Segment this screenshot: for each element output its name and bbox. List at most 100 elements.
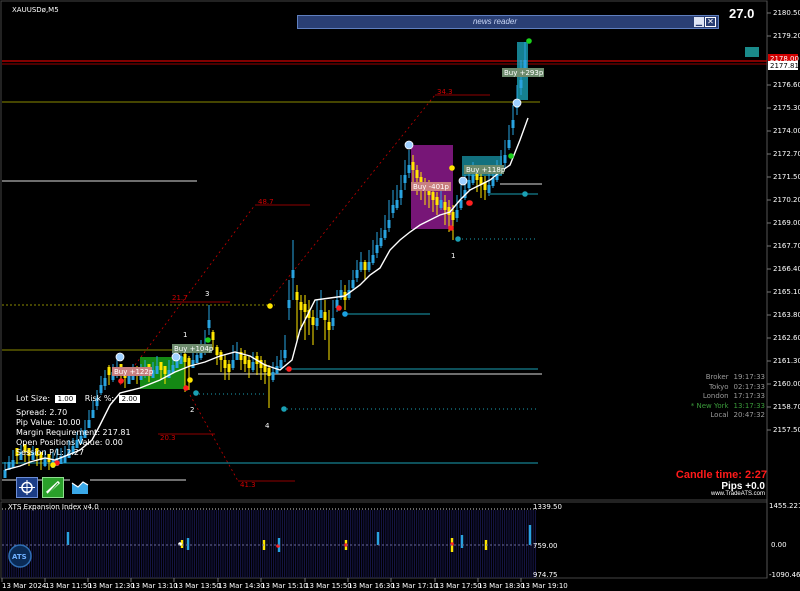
session-row: Tokyo 02:17:33	[668, 383, 765, 393]
trade-tag-4[interactable]: Buy +118p	[464, 165, 506, 174]
wave-label-1b: 1	[451, 252, 455, 260]
brand-label: www.TradeATS.com	[710, 491, 765, 497]
link-icon	[45, 480, 61, 495]
time-tick: 13 Mar 2024	[2, 582, 47, 590]
current-price-box: 2178.00 2177.81	[768, 54, 799, 70]
session-time: 17:17:33	[733, 392, 765, 401]
session-name: * New York	[690, 401, 729, 410]
area-chart-icon	[71, 481, 89, 494]
close-button[interactable]: ✕	[705, 17, 716, 27]
wave-label-2: 2	[190, 406, 194, 414]
session-name: Tokyo	[708, 382, 729, 391]
news-reader-label: news reader	[472, 17, 518, 26]
session-name: Local	[710, 411, 729, 420]
svg-text:Buy +104p: Buy +104p	[174, 345, 214, 353]
session-row: London 17:17:33	[668, 392, 765, 402]
margin-text: Margin Requirement: 217.81	[16, 428, 131, 437]
ats-logo: ATS	[8, 544, 32, 568]
price-tick: 2160.00	[773, 380, 800, 388]
chart-type-button[interactable]	[70, 477, 90, 496]
indicator-mid: 759.00	[533, 542, 558, 550]
time-tick: 13 Mar 19:10	[521, 582, 568, 590]
indicator-lower: 974.75	[533, 571, 558, 579]
session-time: 19:17:33	[733, 373, 765, 381]
fib-label-d: 20.3	[160, 434, 176, 442]
price-tick: 2166.40	[773, 265, 800, 273]
fib-label-e: 41.3	[240, 481, 256, 489]
svg-text:Buy -401p: Buy -401p	[413, 183, 449, 191]
price-tick: 2162.60	[773, 334, 800, 342]
crosshair-button[interactable]	[16, 477, 38, 498]
price-tick: 2180.50	[773, 9, 800, 17]
price-tick: 2157.50	[773, 426, 800, 434]
session-row: * New York 13:17:33	[668, 402, 765, 412]
info-panel: Lot Size: 1.00 Risk %: 2.00 Spread: 2.70…	[16, 394, 141, 458]
price-tick: 2170.20	[773, 196, 800, 204]
fib-label-a: 48.7	[258, 198, 274, 206]
candle-time-label: Candle time:	[675, 469, 742, 481]
trade-tag-5[interactable]: Buy +293p	[502, 68, 544, 77]
fib-label-c: 21.7	[172, 294, 188, 302]
fib-label-b: 34.3	[437, 88, 453, 96]
news-reader-bar[interactable]: news reader ▁ ✕	[297, 15, 719, 29]
time-tick: 13 Mar 12:30	[88, 582, 135, 590]
lot-size-input[interactable]: 1.00	[54, 395, 77, 403]
price-tick: 2161.30	[773, 357, 800, 365]
price-tick: 2158.70	[773, 403, 800, 411]
indicator-axis-bottom: -1090.462	[769, 571, 800, 579]
trade-tag-1[interactable]: Buy +122p	[112, 367, 154, 376]
trade-tag-2[interactable]: Buy +104p	[172, 344, 214, 353]
svg-text:Buy +118p: Buy +118p	[466, 166, 506, 174]
time-tick: 13 Mar 13:10	[131, 582, 178, 590]
crosshair-icon	[19, 480, 35, 495]
price-tick: 2174.00	[773, 127, 800, 135]
svg-text:2177.81: 2177.81	[770, 62, 799, 70]
svg-text:ATS: ATS	[12, 553, 27, 561]
wave-label-3: 3	[205, 290, 209, 298]
chart-canvas[interactable]: 1 2 3 4 1 48.7 34.3 21.7 20.3 41.3 Buy +…	[0, 0, 800, 591]
time-tick: 13 Mar 17:10	[391, 582, 438, 590]
session-name: Broker	[705, 373, 729, 381]
indicator-axis-top: 1455.2215	[769, 502, 800, 510]
candle-time-value: 2:27	[744, 469, 767, 481]
time-tick: 13 Mar 11:50	[45, 582, 92, 590]
trade-tag-3[interactable]: Buy -401p	[411, 182, 451, 191]
session-row: Broker 19:17:33	[668, 373, 765, 383]
price-tick: 2165.10	[773, 288, 800, 296]
session-pl-text: Session P/L: 2.27	[16, 448, 85, 457]
minimize-button[interactable]: ▁	[694, 17, 704, 27]
candle-time: Candle time: 2:27	[672, 469, 767, 481]
time-tick: 13 Mar 16:30	[348, 582, 395, 590]
link-button[interactable]	[42, 477, 64, 498]
price-tick: 2176.60	[773, 81, 800, 89]
lot-row: Lot Size: 1.00 Risk %: 2.00	[16, 394, 141, 404]
sessions-clock: Broker 19:17:33 Tokyo 02:17:33 London 17:17:3…	[668, 373, 765, 421]
svg-text:Buy +293p: Buy +293p	[504, 69, 544, 77]
time-tick: 13 Mar 15:50	[305, 582, 352, 590]
open-positions-text: Open Positions Value: 0.00	[16, 438, 123, 447]
session-time: 13:17:33	[733, 401, 765, 410]
time-tick: 13 Mar 13:50	[174, 582, 221, 590]
pip-value-text: Pip Value: 10.00	[16, 418, 81, 427]
session-time: 02:17:33	[733, 382, 765, 391]
price-tick: 2163.80	[773, 311, 800, 319]
price-tick: 2167.70	[773, 242, 800, 250]
symbol-label: XAUUSDø,M5	[12, 6, 59, 14]
indicator-title: XTS Expansion Index v4.0	[8, 503, 99, 511]
wave-label-1: 1	[183, 331, 187, 339]
session-time: 20:47:32	[733, 411, 765, 420]
spread-readout: 27.0	[729, 6, 754, 21]
session-row: Local 20:47:32	[668, 411, 765, 421]
svg-text:Buy +122p: Buy +122p	[114, 368, 154, 376]
indicator-axis-mid: 0.00	[771, 541, 787, 549]
price-tick: 2175.30	[773, 104, 800, 112]
price-tick: 2172.70	[773, 150, 800, 158]
wave-label-4: 4	[265, 422, 270, 430]
price-tick: 2169.00	[773, 219, 800, 227]
risk-input[interactable]: 2.00	[118, 395, 141, 403]
indicator-upper: 1339.50	[533, 503, 562, 511]
time-tick: 13 Mar 18:30	[478, 582, 525, 590]
side-marker	[745, 47, 759, 57]
time-tick: 13 Mar 14:30	[218, 582, 265, 590]
time-tick: 13 Mar 15:10	[261, 582, 308, 590]
